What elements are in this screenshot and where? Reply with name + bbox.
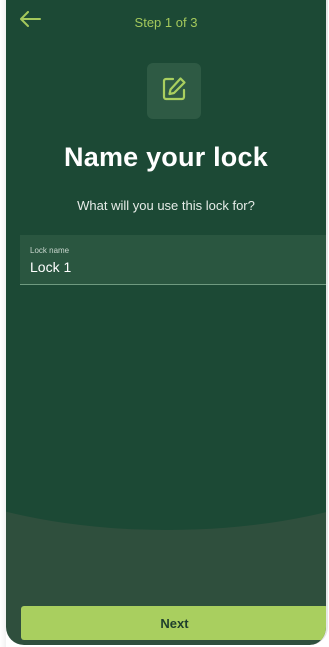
step-indicator: Step 1 of 3 <box>134 15 198 30</box>
next-button[interactable]: Next <box>21 606 326 640</box>
lock-name-input[interactable] <box>30 259 310 275</box>
onboarding-screen: Step 1 of 3 Name your lock What will you… <box>6 0 328 645</box>
edit-icon-tile <box>147 63 201 119</box>
page-subtitle: What will you use this lock for? <box>77 198 255 213</box>
lock-name-field[interactable]: Lock name <box>20 235 326 285</box>
lock-name-label: Lock name <box>30 246 70 255</box>
top-bar: Step 1 of 3 <box>6 0 326 44</box>
edit-pencil-icon <box>160 75 188 108</box>
page-title: Name your lock <box>64 142 268 172</box>
